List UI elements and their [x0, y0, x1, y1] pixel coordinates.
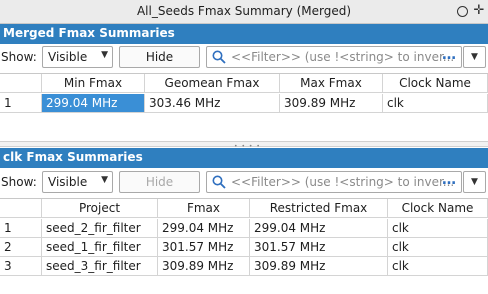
table-row[interactable]: 2 seed_1_fir_filter 301.57 MHz 301.57 MH… — [0, 238, 488, 257]
column-header[interactable]: Project — [42, 199, 158, 218]
clk-filter-input[interactable]: <<Filter>> (use !<string> to inver... … — [206, 171, 462, 193]
clk-filter-placeholder: <<Filter>> (use !<string> to inver... — [231, 175, 455, 189]
circle-restore-icon[interactable] — [457, 6, 468, 17]
merged-toolbar: Show: Visible ▼ Hide <<Filter>> (use !<s… — [0, 44, 488, 70]
table-cell[interactable]: 309.89 MHz — [250, 257, 388, 276]
merged-table: Min Fmax Geomean Fmax Max Fmax Clock Nam… — [0, 73, 488, 141]
table-cell[interactable]: 299.04 MHz — [42, 94, 145, 113]
table-cell[interactable]: seed_1_fir_filter — [42, 238, 158, 257]
row-number: 3 — [0, 257, 42, 276]
column-header[interactable] — [0, 74, 42, 93]
chevron-down-icon: ▼ — [101, 50, 108, 60]
merged-filter-dropdown[interactable]: ▼ — [463, 46, 486, 68]
merged-filter-input[interactable]: <<Filter>> (use !<string> to inver... … — [206, 46, 462, 68]
column-header[interactable]: Fmax — [158, 199, 250, 218]
column-header[interactable]: Geomean Fmax — [145, 74, 280, 93]
table-row[interactable]: 3 seed_3_fir_filter 309.89 MHz 309.89 MH… — [0, 257, 488, 276]
row-number: 2 — [0, 238, 42, 257]
table-cell[interactable]: 309.89 MHz — [158, 257, 250, 276]
clk-show-select[interactable]: Visible ▼ — [42, 171, 113, 193]
table-cell[interactable]: 309.89 MHz — [280, 94, 383, 113]
column-header[interactable]: Restricted Fmax — [250, 199, 388, 218]
merged-filter-placeholder: <<Filter>> (use !<string> to inver... — [231, 50, 455, 64]
row-number: 1 — [0, 219, 42, 238]
clk-hide-button[interactable]: Hide — [119, 171, 200, 193]
pane-splitter[interactable]: • • • • — [0, 141, 488, 150]
clk-show-value: Visible — [48, 175, 88, 189]
table-cell[interactable]: seed_2_fir_filter — [42, 219, 158, 238]
clk-section-header: clk Fmax Summaries — [0, 148, 488, 168]
move-cross-icon[interactable]: ✛ — [472, 3, 486, 19]
table-header-row: Project Fmax Restricted Fmax Clock Name — [0, 199, 488, 218]
ellipsis-icon[interactable]: … — [442, 172, 457, 188]
chevron-down-icon: ▼ — [471, 177, 478, 187]
merged-hide-button[interactable]: Hide — [119, 46, 200, 68]
column-header[interactable]: Min Fmax — [42, 74, 145, 93]
chevron-down-icon: ▼ — [471, 52, 478, 62]
search-icon — [212, 50, 226, 64]
window-title: All_Seeds Fmax Summary (Merged) — [136, 4, 352, 18]
ellipsis-icon[interactable]: … — [442, 47, 457, 63]
table-cell[interactable]: 299.04 MHz — [250, 219, 388, 238]
table-cell[interactable]: seed_3_fir_filter — [42, 257, 158, 276]
column-header[interactable]: Clock Name — [383, 74, 488, 93]
table-header-row: Min Fmax Geomean Fmax Max Fmax Clock Nam… — [0, 74, 488, 93]
table-cell[interactable]: clk — [383, 94, 488, 113]
column-header[interactable]: Clock Name — [388, 199, 488, 218]
table-cell[interactable]: 301.57 MHz — [250, 238, 388, 257]
row-number: 1 — [0, 94, 42, 113]
table-row[interactable]: 1 seed_2_fir_filter 299.04 MHz 299.04 MH… — [0, 219, 488, 238]
clk-toolbar: Show: Visible ▼ Hide <<Filter>> (use !<s… — [0, 169, 488, 195]
chevron-down-icon: ▼ — [101, 175, 108, 185]
merged-section-header: Merged Fmax Summaries — [0, 24, 488, 44]
table-cell[interactable]: 301.57 MHz — [158, 238, 250, 257]
table-row[interactable]: 1 299.04 MHz 303.46 MHz 309.89 MHz clk — [0, 94, 488, 113]
column-header[interactable]: Max Fmax — [280, 74, 383, 93]
table-cell[interactable]: 299.04 MHz — [158, 219, 250, 238]
table-cell[interactable]: clk — [388, 238, 488, 257]
clk-table: Project Fmax Restricted Fmax Clock Name … — [0, 198, 488, 294]
column-header[interactable] — [0, 199, 42, 218]
table-cell[interactable]: clk — [388, 219, 488, 238]
merged-show-label: Show: — [1, 50, 37, 64]
table-cell[interactable]: clk — [388, 257, 488, 276]
merged-show-value: Visible — [48, 50, 88, 64]
window-titlebar: All_Seeds Fmax Summary (Merged) ✛ — [0, 0, 488, 24]
clk-show-label: Show: — [1, 175, 37, 189]
clk-filter-dropdown[interactable]: ▼ — [463, 171, 486, 193]
merged-show-select[interactable]: Visible ▼ — [42, 46, 113, 68]
table-cell[interactable]: 303.46 MHz — [145, 94, 280, 113]
search-icon — [212, 175, 226, 189]
